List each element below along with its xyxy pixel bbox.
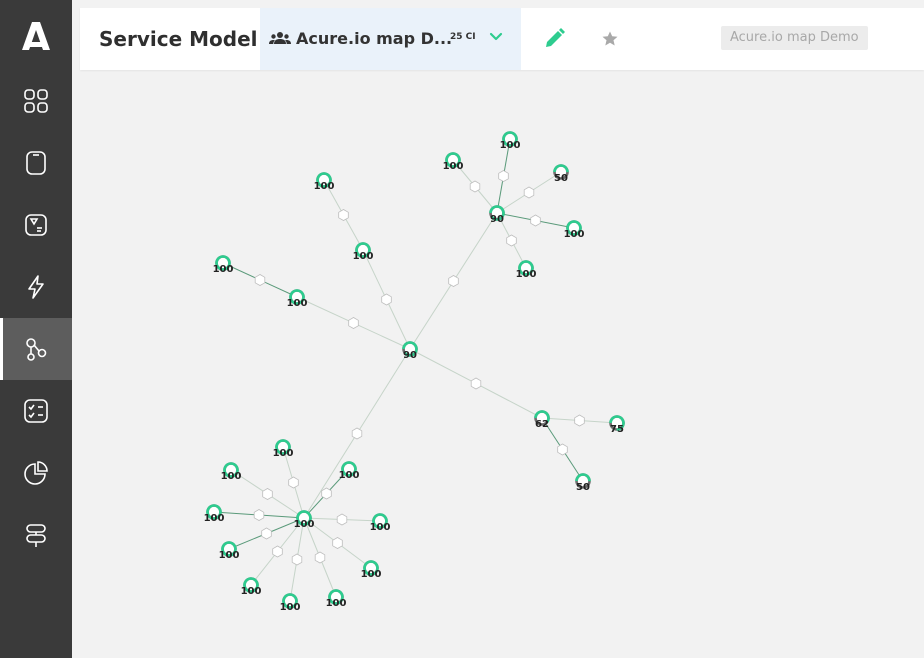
- node-health-label: 100: [241, 586, 262, 597]
- edge-connector[interactable]: [574, 414, 585, 427]
- edge-connector[interactable]: [261, 527, 272, 540]
- graph-node[interactable]: 100: [204, 504, 225, 525]
- node-health-label: 62: [535, 419, 549, 430]
- graph-node[interactable]: 100: [241, 577, 262, 598]
- pencil-icon: [546, 28, 565, 47]
- edge-connector[interactable]: [498, 170, 509, 182]
- node-health-label: 100: [339, 470, 360, 481]
- node-health-label: 100: [219, 550, 240, 561]
- node-health-label: 100: [287, 298, 308, 309]
- graph-node[interactable]: 100: [353, 242, 374, 263]
- edge-connector[interactable]: [557, 443, 568, 456]
- edge-connector[interactable]: [348, 317, 359, 329]
- graph-node[interactable]: 100: [516, 260, 537, 281]
- graph-node[interactable]: 100: [280, 593, 301, 614]
- edge-connector[interactable]: [338, 209, 349, 221]
- graph-node[interactable]: 50: [575, 473, 591, 494]
- edge-connector[interactable]: [470, 377, 482, 390]
- edge-connector[interactable]: [336, 513, 348, 526]
- node-health-label: 100: [370, 522, 391, 533]
- edge-connector[interactable]: [314, 551, 326, 564]
- graph-node[interactable]: 100: [370, 513, 391, 534]
- graph-node[interactable]: 100: [564, 220, 585, 241]
- edge-connector[interactable]: [262, 488, 273, 500]
- map-selector-dropdown[interactable]: Acure.io map D... 25 CI: [260, 8, 521, 70]
- graph-node[interactable]: 100: [219, 541, 240, 562]
- graph-node[interactable]: 100: [221, 462, 242, 483]
- favorite-button[interactable]: [601, 30, 619, 48]
- edge-connector[interactable]: [448, 275, 459, 287]
- edge-connector[interactable]: [469, 180, 481, 193]
- node-health-label: 100: [204, 513, 225, 524]
- node-health-label: 100: [280, 602, 301, 613]
- node-health-label: 100: [294, 519, 315, 530]
- edge-connector[interactable]: [351, 427, 363, 440]
- edge-connector[interactable]: [253, 509, 265, 521]
- edge-connector[interactable]: [321, 487, 332, 500]
- page-title: Service Model: [99, 27, 258, 51]
- graph-node[interactable]: 62: [534, 410, 550, 431]
- node-health-label: 100: [353, 251, 374, 262]
- service-map-canvas[interactable]: 90 90 100 100 50 100 100 100 100 100 100 62 75 50 100 1…: [0, 0, 924, 658]
- graph-node[interactable]: 100: [326, 589, 347, 610]
- node-health-label: 100: [564, 229, 585, 240]
- edge-connector[interactable]: [506, 234, 517, 247]
- node-health-label: 100: [361, 569, 382, 580]
- edge-connector[interactable]: [288, 476, 299, 489]
- chevron-down-icon: [489, 32, 503, 41]
- edge-connector[interactable]: [530, 214, 541, 227]
- node-health-label: 100: [326, 598, 347, 609]
- graph-node[interactable]: 100: [443, 152, 464, 173]
- edge-connector[interactable]: [254, 274, 266, 286]
- node-health-label: 50: [554, 173, 568, 184]
- node-health-label: 75: [610, 424, 624, 435]
- graph-node[interactable]: 100: [273, 439, 294, 460]
- node-health-label: 90: [490, 214, 504, 225]
- ci-count: 25 CI: [450, 32, 476, 42]
- graph-node[interactable]: 100: [294, 510, 315, 531]
- node-health-label: 100: [213, 264, 234, 275]
- map-name-badge: Acure.io map Demo: [721, 26, 868, 50]
- users-icon: [269, 32, 291, 44]
- node-health-label: 100: [273, 448, 294, 459]
- graph-node[interactable]: 100: [500, 131, 521, 152]
- graph-node[interactable]: 100: [213, 255, 234, 276]
- graph-node[interactable]: 100: [314, 172, 335, 193]
- map-name: Acure.io map D...: [296, 29, 453, 48]
- edge-connector[interactable]: [381, 293, 392, 306]
- edit-map-button[interactable]: [541, 26, 567, 52]
- node-health-label: 100: [314, 181, 335, 192]
- edge-connector[interactable]: [523, 186, 535, 199]
- node-health-label: 100: [500, 140, 521, 151]
- node-health-label: 100: [443, 161, 464, 172]
- graph-node[interactable]: 50: [553, 164, 569, 185]
- node-health-label: 100: [221, 471, 242, 482]
- star-icon: [602, 31, 618, 46]
- header-bar: Service Model Acure.io map D... 25 CI Ac…: [80, 8, 924, 70]
- graph-node[interactable]: 75: [609, 415, 625, 436]
- node-health-label: 50: [576, 482, 590, 493]
- edge-connector[interactable]: [272, 545, 283, 558]
- node-health-label: 100: [516, 269, 537, 280]
- node-health-label: 90: [403, 350, 417, 361]
- graph-node[interactable]: 100: [339, 461, 360, 482]
- edge-connector[interactable]: [291, 553, 303, 566]
- graph-node[interactable]: 100: [361, 560, 382, 581]
- graph-node[interactable]: 90: [402, 341, 418, 362]
- graph-node[interactable]: 90: [489, 205, 505, 226]
- edge-connector[interactable]: [332, 537, 343, 549]
